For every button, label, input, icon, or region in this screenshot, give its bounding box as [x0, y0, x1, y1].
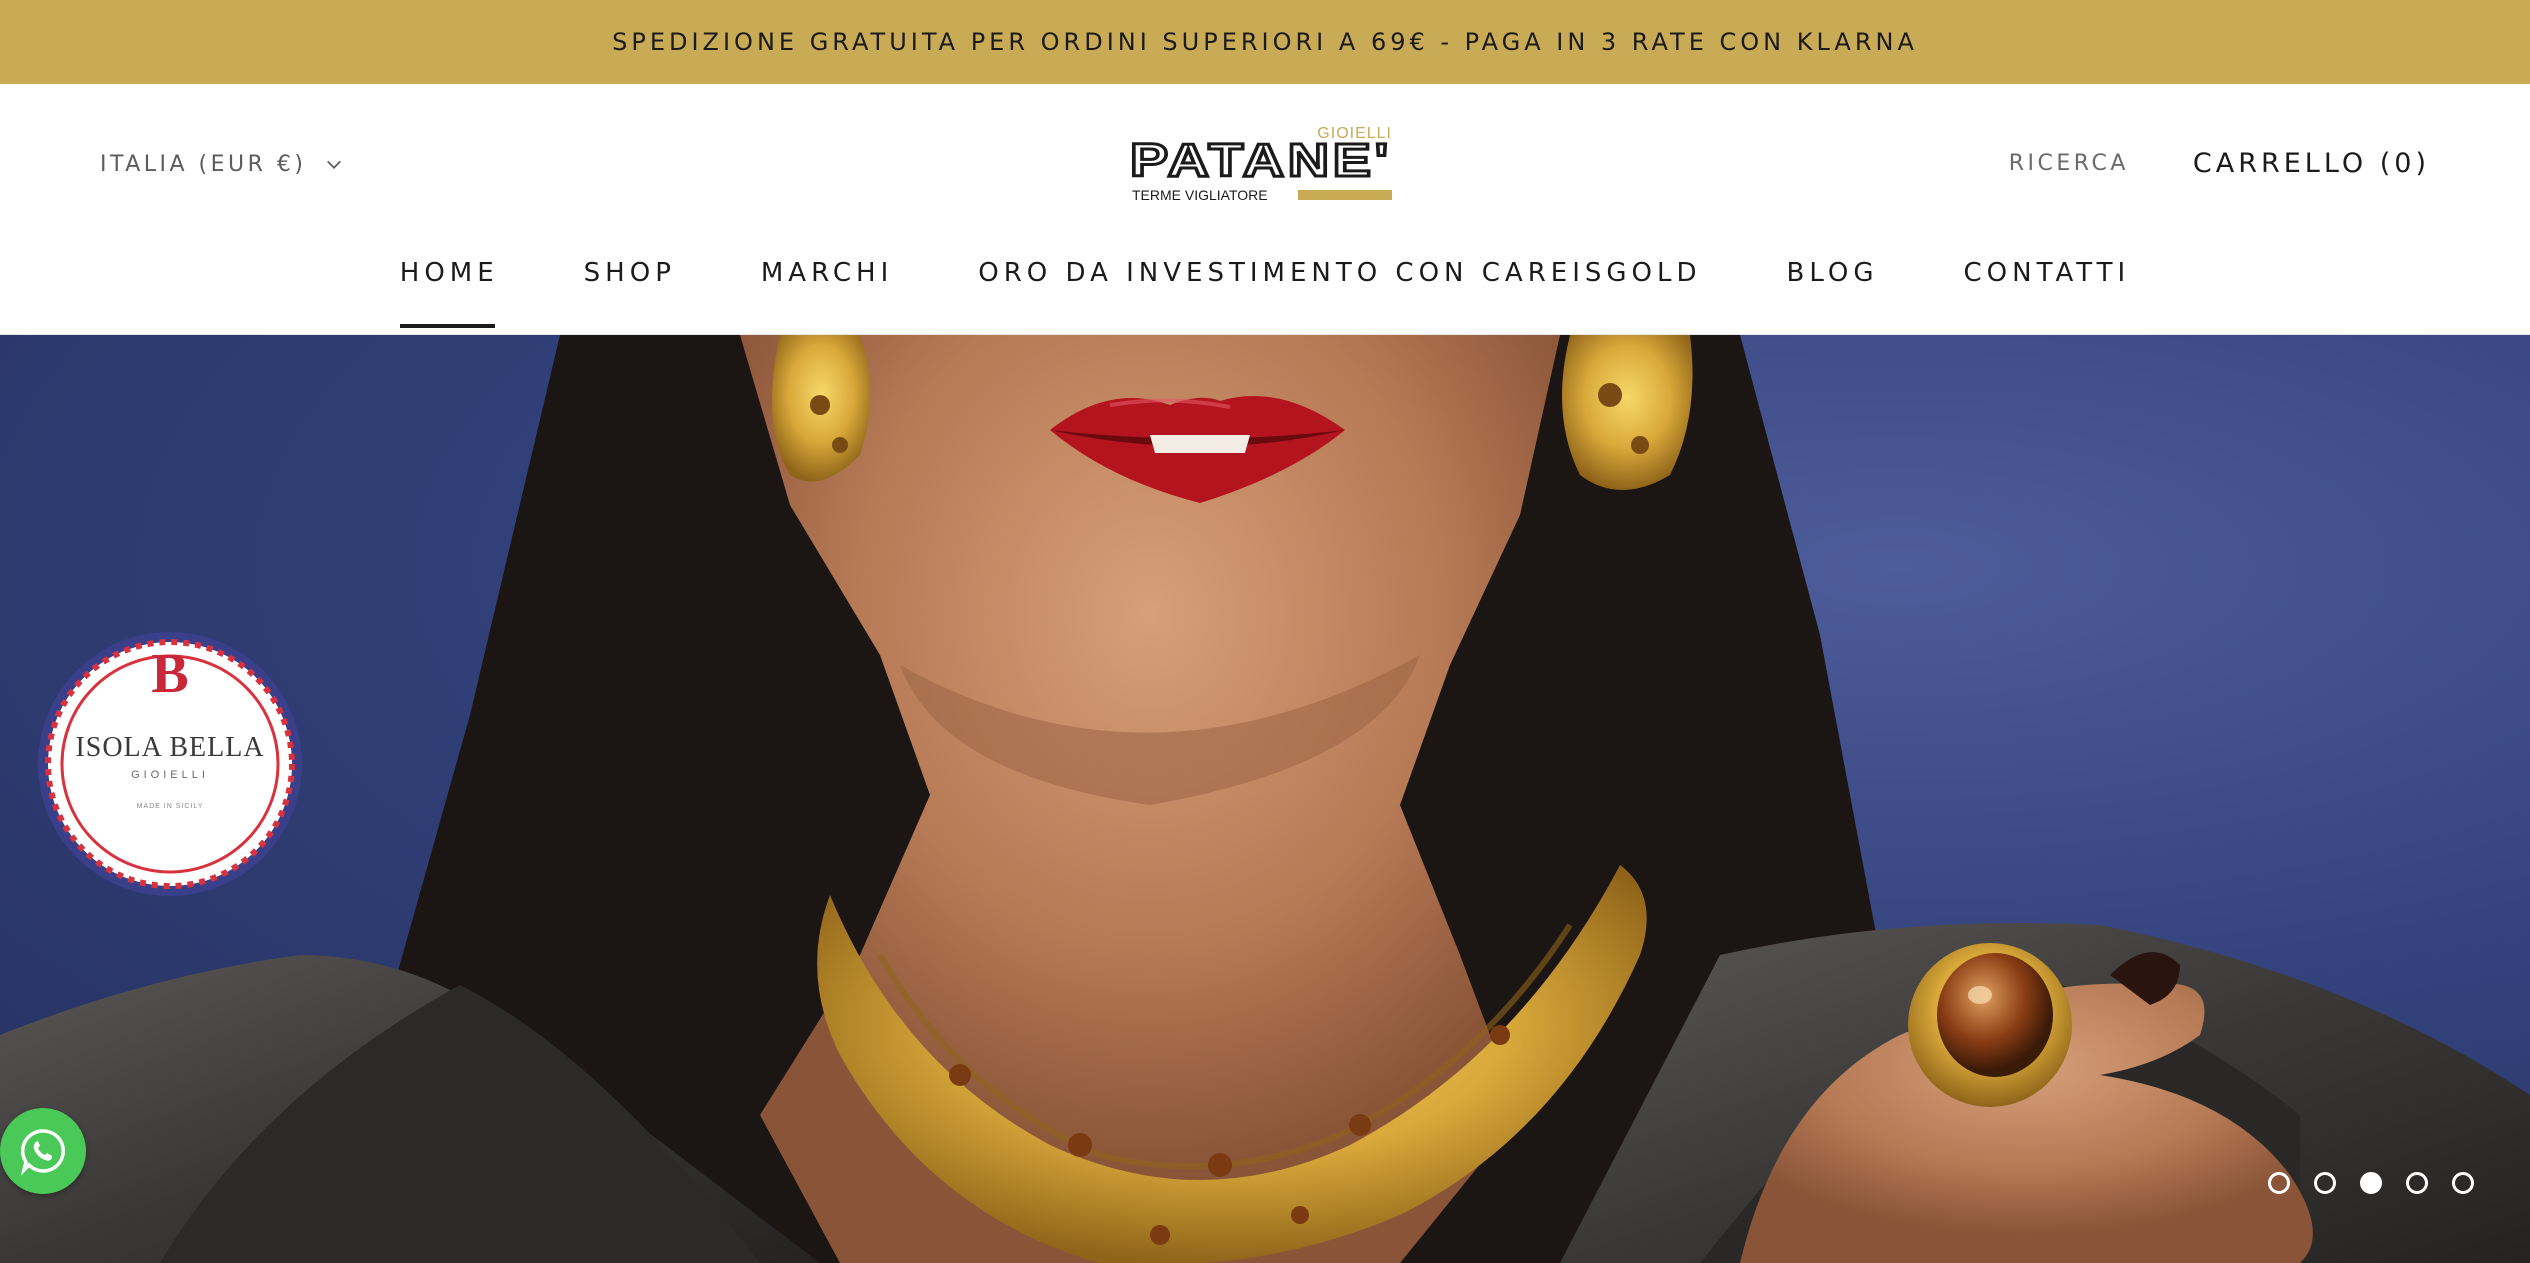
nav-item-marchi[interactable]: MARCHI [761, 258, 893, 328]
slide-dot-2[interactable] [2314, 1172, 2336, 1194]
nav-item-blog[interactable]: BLOG [1787, 258, 1879, 328]
logo-brand: PATANE' [1130, 134, 1392, 186]
logo-sub-text: TERME VIGLIATORE [1132, 187, 1268, 203]
announcement-text: SPEDIZIONE GRATUITA PER ORDINI SUPERIORI… [612, 28, 1918, 56]
hero-slideshow[interactable]: B ISOLA BELLA GIOIELLI MADE IN SICILY [0, 335, 2530, 1263]
site-header: ITALIA (EUR €) GIOIELLI PATANE' TERME VI… [0, 84, 2530, 335]
cart-link[interactable]: CARRELLO (0) [2193, 148, 2430, 179]
nav-item-home[interactable]: HOME [399, 258, 499, 328]
announcement-bar: SPEDIZIONE GRATUITA PER ORDINI SUPERIORI… [0, 0, 2530, 84]
nav-item-shop[interactable]: SHOP [584, 258, 676, 328]
badge-subtitle: GIOIELLI [131, 769, 209, 781]
slideshow-dots [2268, 1172, 2474, 1194]
locale-selector[interactable]: ITALIA (EUR €) [100, 152, 343, 177]
hero-image [0, 335, 2530, 1263]
search-link[interactable]: RICERCA [2009, 151, 2129, 176]
slide-dot-3[interactable] [2360, 1172, 2382, 1194]
site-logo[interactable]: GIOIELLI PATANE' TERME VIGLIATORE [1130, 124, 1394, 208]
main-nav: HOME SHOP MARCHI ORO DA INVESTIMENTO CON… [0, 258, 2530, 328]
isola-bella-badge[interactable]: B ISOLA BELLA GIOIELLI MADE IN SICILY [36, 630, 304, 898]
slide-dot-4[interactable] [2406, 1172, 2428, 1194]
chevron-down-icon [326, 160, 341, 169]
badge-title: ISOLA BELLA [75, 732, 264, 763]
nav-item-contatti[interactable]: CONTATTI [1964, 258, 2131, 328]
locale-label: ITALIA (EUR €) [100, 152, 307, 177]
slide-dot-1[interactable] [2268, 1172, 2290, 1194]
nav-item-oro-investimento[interactable]: ORO DA INVESTIMENTO CON CAREISGOLD [978, 258, 1701, 328]
whatsapp-icon [20, 1129, 66, 1176]
slide-dot-5[interactable] [2452, 1172, 2474, 1194]
svg-text:B: B [151, 643, 188, 705]
badge-note: MADE IN SICILY [137, 803, 204, 810]
whatsapp-button[interactable] [0, 1108, 86, 1194]
